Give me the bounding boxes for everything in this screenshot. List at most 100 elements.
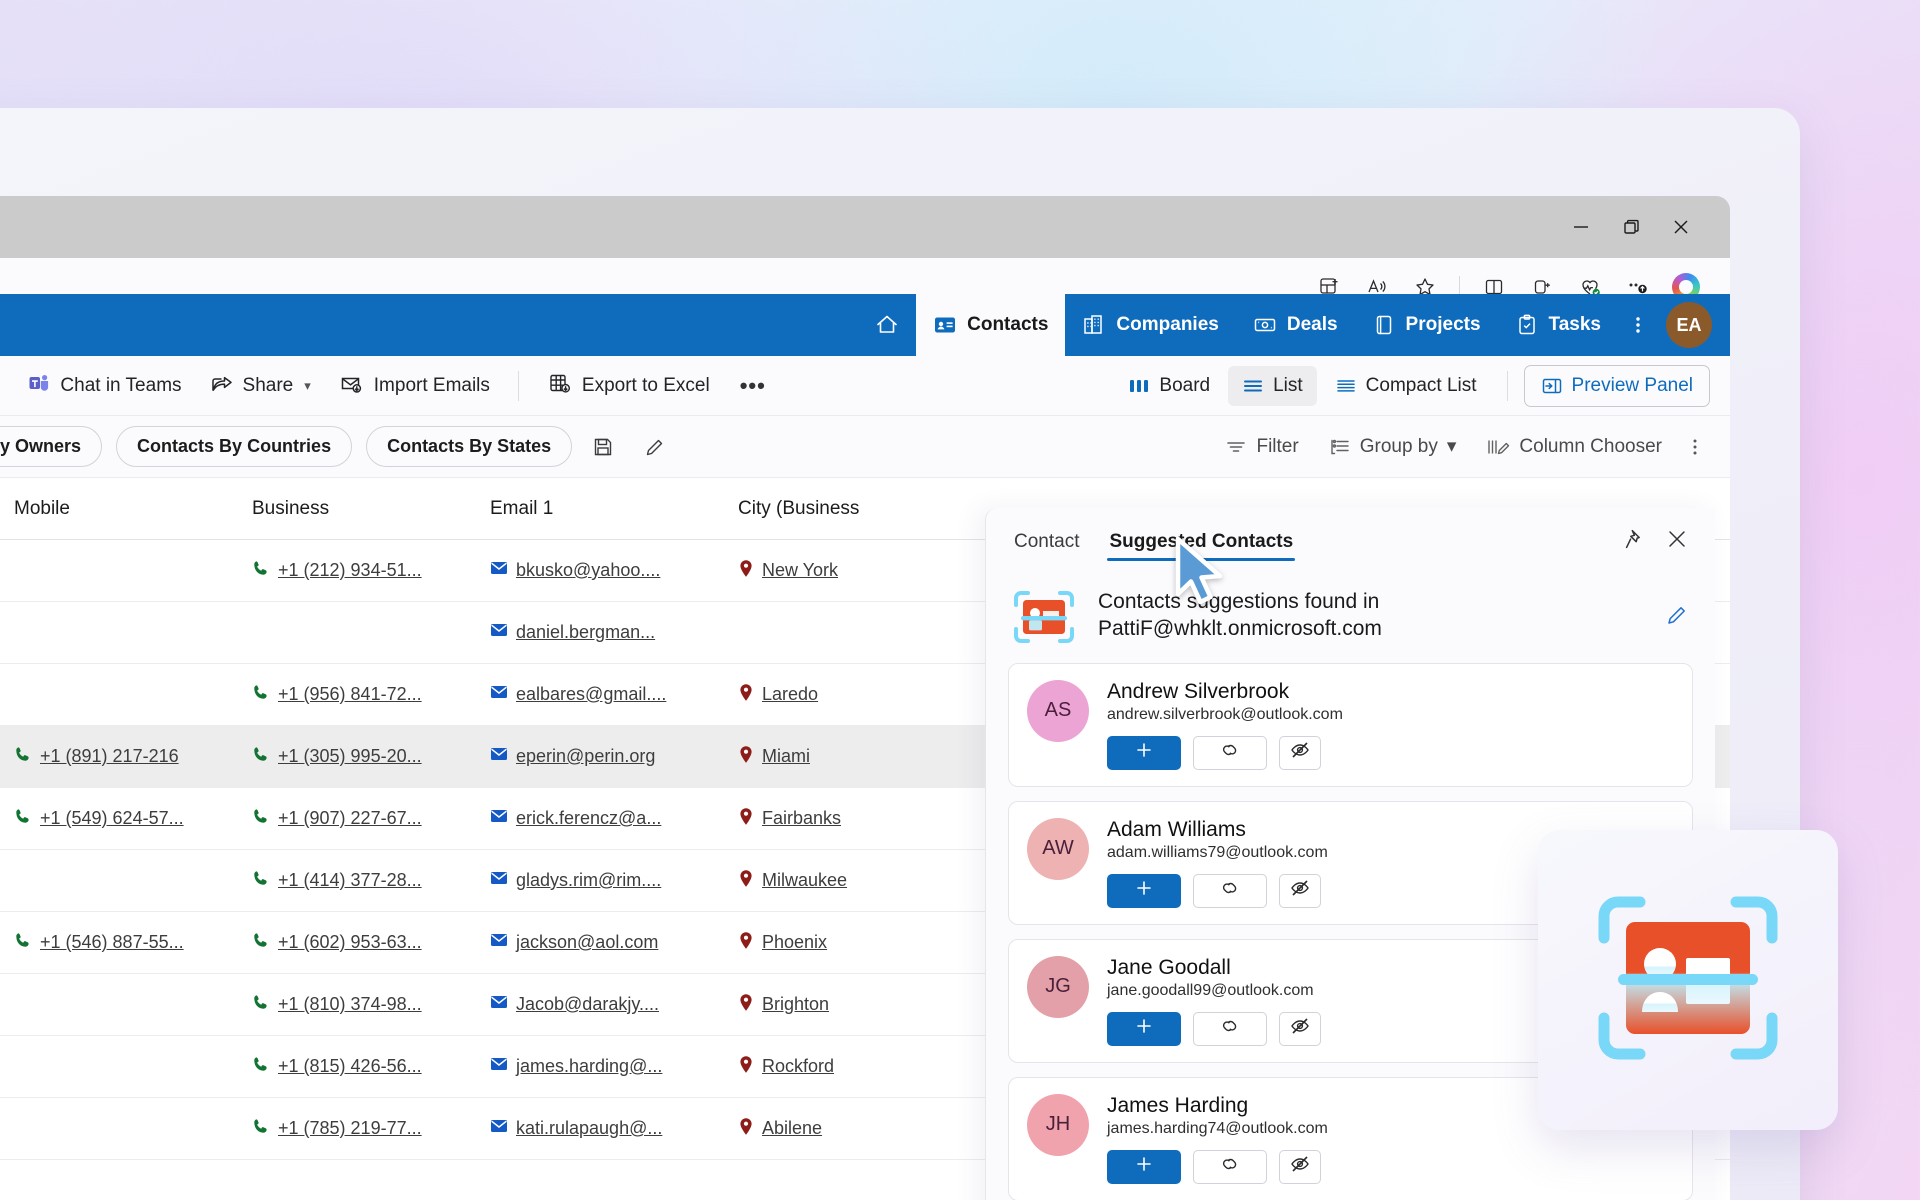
cell-city-business[interactable]: Phoenix xyxy=(724,931,974,955)
cell-email1[interactable]: erick.ferencz@a... xyxy=(476,808,724,829)
cell-business-link[interactable]: +1 (956) 841-72... xyxy=(252,683,422,706)
cell-city-business[interactable]: Abilene xyxy=(724,1117,974,1141)
cell-mobile[interactable]: +1 (891) 217-216 xyxy=(0,745,238,768)
nav-overflow-button[interactable] xyxy=(1618,294,1658,356)
edit-pencil-icon[interactable] xyxy=(634,428,676,466)
cell-email1-link[interactable]: eperin@perin.org xyxy=(490,746,655,767)
cell-email1[interactable]: daniel.bergman... xyxy=(476,622,724,643)
save-icon[interactable] xyxy=(582,428,624,466)
add-contact-button[interactable] xyxy=(1107,1011,1181,1046)
preview-tab-suggested-contacts[interactable]: Suggested Contacts xyxy=(1107,513,1295,569)
cell-city-business-link[interactable]: New York xyxy=(738,559,838,583)
cell-business[interactable]: +1 (956) 841-72... xyxy=(238,683,476,706)
cell-business[interactable]: +1 (907) 227-67... xyxy=(238,807,476,830)
link-contact-button[interactable] xyxy=(1193,1149,1267,1184)
cell-city-business[interactable]: Rockford xyxy=(724,1055,974,1079)
saved-view-contacts-by-owners[interactable]: Contacts By Owners xyxy=(0,426,103,467)
cell-business-link[interactable]: +1 (907) 227-67... xyxy=(252,807,422,830)
close-icon[interactable] xyxy=(1665,527,1689,556)
grid-col-city-business[interactable]: City (Business xyxy=(724,498,974,520)
cell-email1-link[interactable]: ealbares@gmail.... xyxy=(490,684,666,705)
cell-city-business-link[interactable]: Laredo xyxy=(738,683,818,707)
cell-city-business[interactable]: Miami xyxy=(724,745,974,769)
grid-col-business[interactable]: Business xyxy=(238,498,476,520)
cell-city-business-link[interactable]: Abilene xyxy=(738,1117,822,1141)
cell-city-business-link[interactable]: Phoenix xyxy=(738,931,827,955)
cell-email1[interactable]: ealbares@gmail.... xyxy=(476,684,724,705)
nav-home-button[interactable] xyxy=(858,294,916,356)
cell-email1-link[interactable]: erick.ferencz@a... xyxy=(490,808,661,829)
view-board-button[interactable]: Board xyxy=(1114,366,1224,406)
preview-panel-button[interactable]: Preview Panel xyxy=(1523,364,1710,407)
window-minimize-button[interactable] xyxy=(1556,204,1606,250)
filter-button[interactable]: Filter xyxy=(1213,428,1310,466)
cell-business[interactable]: +1 (602) 953-63... xyxy=(238,931,476,954)
view-list-button[interactable]: List xyxy=(1228,365,1317,406)
cell-city-business-link[interactable]: Rockford xyxy=(738,1055,834,1079)
cell-city-business[interactable]: Laredo xyxy=(724,683,974,707)
nav-tab-tasks[interactable]: Tasks xyxy=(1498,294,1618,356)
cell-business[interactable]: +1 (815) 426-56... xyxy=(238,1055,476,1078)
cell-email1[interactable]: kati.rulapaugh@... xyxy=(476,1118,724,1139)
cell-email1[interactable]: bkusko@yahoo.... xyxy=(476,560,724,581)
cell-email1[interactable]: jackson@aol.com xyxy=(476,932,724,953)
cell-email1[interactable]: Jacob@darakjy.... xyxy=(476,994,724,1015)
cell-business[interactable]: +1 (414) 377-28... xyxy=(238,869,476,892)
cell-email1-link[interactable]: Jacob@darakjy.... xyxy=(490,994,659,1015)
share-button[interactable]: Share ▾ xyxy=(198,364,323,408)
grid-col-mobile[interactable]: Mobile xyxy=(0,498,238,520)
cell-city-business-link[interactable]: Brighton xyxy=(738,993,829,1017)
user-avatar[interactable]: EA xyxy=(1666,302,1712,348)
cell-city-business[interactable]: Milwaukee xyxy=(724,869,974,893)
link-contact-button[interactable] xyxy=(1193,735,1267,770)
column-chooser-button[interactable]: Column Chooser xyxy=(1474,428,1674,466)
group-by-button[interactable]: Group by ▾ xyxy=(1317,427,1469,466)
cell-mobile[interactable]: +1 (546) 887-55... xyxy=(0,931,238,954)
pin-icon[interactable] xyxy=(1623,527,1647,556)
command-overflow-button[interactable]: ••• xyxy=(726,365,780,407)
cell-city-business[interactable]: Fairbanks xyxy=(724,807,974,831)
viewrow-overflow-button[interactable] xyxy=(1680,429,1710,465)
cell-business[interactable]: +1 (785) 219-77... xyxy=(238,1117,476,1140)
hide-contact-button[interactable] xyxy=(1279,1149,1321,1184)
cell-city-business-link[interactable]: Milwaukee xyxy=(738,869,847,893)
cell-business-link[interactable]: +1 (785) 219-77... xyxy=(252,1117,422,1140)
banner-edit-pencil-icon[interactable] xyxy=(1665,603,1689,627)
nav-tab-deals[interactable]: Deals xyxy=(1236,294,1355,356)
cell-email1-link[interactable]: daniel.bergman... xyxy=(490,622,655,643)
suggested-contact-card[interactable]: AS Andrew Silverbrook andrew.silverbrook@o… xyxy=(1008,662,1693,787)
cell-business[interactable]: +1 (810) 374-98... xyxy=(238,993,476,1016)
cell-email1-link[interactable]: gladys.rim@rim.... xyxy=(490,870,661,891)
cell-business-link[interactable]: +1 (602) 953-63... xyxy=(252,931,422,954)
nav-tab-projects[interactable]: Projects xyxy=(1355,294,1498,356)
cell-mobile-link[interactable]: +1 (546) 887-55... xyxy=(14,931,184,954)
view-compact-list-button[interactable]: Compact List xyxy=(1321,366,1491,406)
hide-contact-button[interactable] xyxy=(1279,735,1321,770)
cell-mobile[interactable]: +1 (549) 624-57... xyxy=(0,807,238,830)
cell-business-link[interactable]: +1 (815) 426-56... xyxy=(252,1055,422,1078)
cell-city-business[interactable]: New York xyxy=(724,559,974,583)
nav-tab-contacts[interactable]: Contacts xyxy=(916,294,1066,356)
grid-col-email1[interactable]: Email 1 xyxy=(476,498,724,520)
add-contact-button[interactable] xyxy=(1107,735,1181,770)
cell-email1-link[interactable]: jackson@aol.com xyxy=(490,932,658,953)
hide-contact-button[interactable] xyxy=(1279,1011,1321,1046)
import-emails-button[interactable]: Import Emails xyxy=(327,364,502,408)
add-contact-button[interactable] xyxy=(1107,1149,1181,1184)
cell-business-link[interactable]: +1 (305) 995-20... xyxy=(252,745,422,768)
saved-view-contacts-by-states[interactable]: Contacts By States xyxy=(366,426,573,467)
export-to-excel-button[interactable]: Export to Excel xyxy=(535,364,722,408)
cell-city-business-link[interactable]: Fairbanks xyxy=(738,807,841,831)
cell-email1[interactable]: james.harding@... xyxy=(476,1056,724,1077)
cell-business[interactable]: +1 (305) 995-20... xyxy=(238,745,476,768)
link-contact-button[interactable] xyxy=(1193,873,1267,908)
cell-email1-link[interactable]: bkusko@yahoo.... xyxy=(490,560,660,581)
add-contact-button[interactable] xyxy=(1107,873,1181,908)
window-maximize-button[interactable] xyxy=(1606,204,1656,250)
cell-business-link[interactable]: +1 (212) 934-51... xyxy=(252,559,422,582)
preview-tab-contact[interactable]: Contact xyxy=(1012,513,1081,569)
cell-business-link[interactable]: +1 (414) 377-28... xyxy=(252,869,422,892)
cell-business-link[interactable]: +1 (810) 374-98... xyxy=(252,993,422,1016)
cell-mobile-link[interactable]: +1 (549) 624-57... xyxy=(14,807,184,830)
link-contact-button[interactable] xyxy=(1193,1011,1267,1046)
